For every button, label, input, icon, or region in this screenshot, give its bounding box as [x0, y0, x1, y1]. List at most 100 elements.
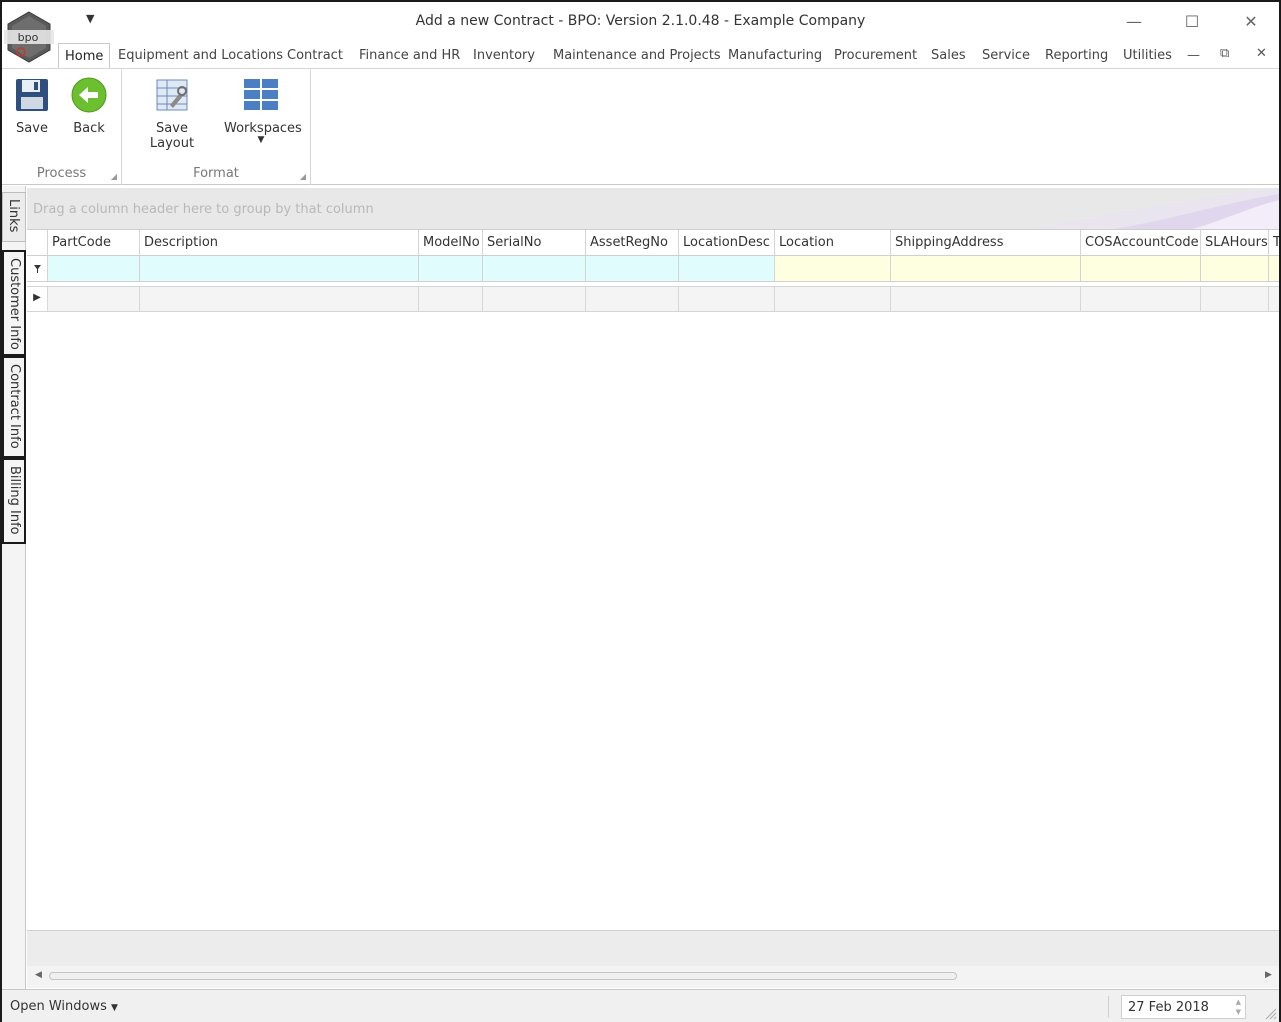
new-item-row[interactable]: ▶: [27, 286, 1279, 312]
floppy-disk-icon: [16, 79, 48, 111]
date-field[interactable]: 27 Feb 2018 ▲ ▼: [1121, 995, 1246, 1019]
chevron-down-icon: ▼: [257, 135, 265, 145]
tab-maintenance-and-projects[interactable]: Maintenance and Projects: [553, 48, 721, 63]
close-icon[interactable]: ✕: [1239, 10, 1263, 34]
filter-row-indicator: [27, 256, 48, 281]
side-tab-links[interactable]: Links: [2, 192, 26, 242]
date-value: 27 Feb 2018: [1128, 1000, 1209, 1015]
resize-grip-icon[interactable]: [1263, 1006, 1277, 1020]
filter-cell-description[interactable]: [140, 256, 419, 281]
title-bar: ▼ Add a new Contract - BPO: Version 2.1.…: [2, 2, 1279, 42]
tab-manufacturing[interactable]: Manufacturing: [728, 48, 822, 63]
logo-text: bpo: [18, 31, 39, 44]
cell-slahours[interactable]: [1201, 287, 1269, 311]
column-header-modelno[interactable]: ModelNo: [419, 230, 483, 256]
scroll-left-icon[interactable]: ◀: [35, 970, 42, 980]
tab-equipment-and-locations[interactable]: Equipment and Locations: [118, 48, 283, 63]
group-by-panel[interactable]: Drag a column header here to group by th…: [27, 188, 1279, 230]
column-header-t[interactable]: T: [1269, 230, 1279, 256]
ribbon-group-process: Save Back Process ◢: [2, 69, 122, 185]
cell-cosaccountcode[interactable]: [1081, 287, 1201, 311]
filter-cell-cosaccountcode[interactable]: [1081, 256, 1201, 281]
minimize-icon[interactable]: —: [1122, 10, 1146, 34]
tab-finance-and-hr[interactable]: Finance and HR: [359, 48, 460, 63]
status-separator: [1108, 996, 1109, 1018]
process-launcher-icon[interactable]: ◢: [111, 172, 117, 181]
mdi-restore-icon[interactable]: ⧉: [1220, 46, 1229, 61]
back-button[interactable]: Back: [68, 77, 110, 136]
window-title: Add a new Contract - BPO: Version 2.1.0.…: [415, 13, 866, 29]
decorative-swoosh: [1025, 188, 1279, 229]
ribbon-group-format: Save Layout Workspaces ▼ Format ◢: [122, 69, 311, 185]
ribbon-tab-bar: Home Equipment and Locations Contract Fi…: [2, 42, 1279, 69]
cell-serialno[interactable]: [483, 287, 586, 311]
chevron-down-icon: ▼: [111, 1003, 118, 1013]
filter-cell-partcode[interactable]: [48, 256, 140, 281]
side-tab-billing-info[interactable]: Billing Info: [2, 458, 26, 544]
save-label: Save: [16, 121, 48, 136]
format-group-caption: Format: [193, 166, 239, 181]
filter-cell-locationdesc[interactable]: [679, 256, 775, 281]
side-tab-contract-info-label: Contract Info: [7, 364, 22, 449]
column-header-slahours[interactable]: SLAHours: [1201, 230, 1269, 256]
mdi-minimize-icon[interactable]: —: [1187, 48, 1200, 63]
tab-utilities[interactable]: Utilities: [1123, 48, 1172, 63]
app-logo[interactable]: bpo: [2, 10, 54, 66]
date-spinner-icon[interactable]: ▲ ▼: [1236, 997, 1241, 1017]
maximize-icon[interactable]: ☐: [1180, 10, 1204, 34]
tab-procurement[interactable]: Procurement: [834, 48, 917, 63]
column-header-locationdesc[interactable]: LocationDesc: [679, 230, 775, 256]
column-header-assetregno[interactable]: AssetRegNo: [586, 230, 679, 256]
cell-modelno[interactable]: [419, 287, 483, 311]
filter-cell-t[interactable]: [1269, 256, 1279, 281]
column-header-shippingaddress[interactable]: ShippingAddress: [891, 230, 1081, 256]
tab-service[interactable]: Service: [982, 48, 1030, 63]
filter-cell-modelno[interactable]: [419, 256, 483, 281]
filter-cell-serialno[interactable]: [483, 256, 586, 281]
format-launcher-icon[interactable]: ◢: [300, 172, 306, 181]
column-header-serialno[interactable]: SerialNo: [483, 230, 586, 256]
column-header-partcode[interactable]: PartCode: [48, 230, 140, 256]
tab-inventory[interactable]: Inventory: [473, 48, 535, 63]
column-header-location[interactable]: Location: [775, 230, 891, 256]
save-button[interactable]: Save: [12, 77, 52, 136]
cell-description[interactable]: [140, 287, 419, 311]
scrollbar-thumb[interactable]: [49, 972, 957, 980]
tab-sales[interactable]: Sales: [931, 48, 966, 63]
horizontal-scrollbar[interactable]: ◀ ▶: [27, 966, 1279, 988]
filter-cell-slahours[interactable]: [1201, 256, 1269, 281]
workspaces-button[interactable]: Workspaces ▼: [224, 77, 302, 145]
workspaces-label: Workspaces: [224, 121, 302, 136]
tab-home[interactable]: Home: [58, 43, 111, 69]
side-tab-contract-info[interactable]: Contract Info: [2, 356, 26, 458]
filter-cell-shippingaddress[interactable]: [891, 256, 1081, 281]
cell-assetregno[interactable]: [586, 287, 679, 311]
filter-icon: [34, 265, 41, 273]
tab-contract[interactable]: Contract: [287, 48, 343, 63]
cell-location[interactable]: [775, 287, 891, 311]
back-arrow-icon: [71, 77, 107, 113]
filter-cell-location[interactable]: [775, 256, 891, 281]
cell-t[interactable]: [1269, 287, 1279, 311]
current-row-arrow-icon: ▶: [33, 292, 41, 303]
side-tab-links-label: Links: [6, 199, 21, 233]
column-header-row: PartCode Description ModelNo SerialNo As…: [27, 230, 1279, 256]
scroll-right-icon[interactable]: ▶: [1265, 970, 1272, 980]
open-windows-menu[interactable]: Open Windows ▼: [10, 999, 118, 1014]
cell-shippingaddress[interactable]: [891, 287, 1081, 311]
side-tab-customer-info-label: Customer Info: [7, 258, 22, 350]
process-group-caption: Process: [36, 166, 87, 181]
cell-locationdesc[interactable]: [679, 287, 775, 311]
side-tab-customer-info[interactable]: Customer Info: [2, 250, 26, 356]
side-tab-billing-info-label: Billing Info: [7, 466, 22, 535]
mdi-close-icon[interactable]: ✕: [1256, 46, 1267, 61]
application-window: ▼ Add a new Contract - BPO: Version 2.1.…: [0, 0, 1281, 1022]
tab-reporting[interactable]: Reporting: [1045, 48, 1108, 63]
cell-partcode[interactable]: [48, 287, 140, 311]
side-dock: Links Customer Info Contract Info Billin…: [2, 186, 26, 989]
column-header-cosaccountcode[interactable]: COSAccountCode: [1081, 230, 1201, 256]
filter-cell-assetregno[interactable]: [586, 256, 679, 281]
save-layout-button[interactable]: Save Layout: [132, 77, 212, 151]
column-header-description[interactable]: Description: [140, 230, 419, 256]
auto-filter-row: [27, 256, 1279, 282]
